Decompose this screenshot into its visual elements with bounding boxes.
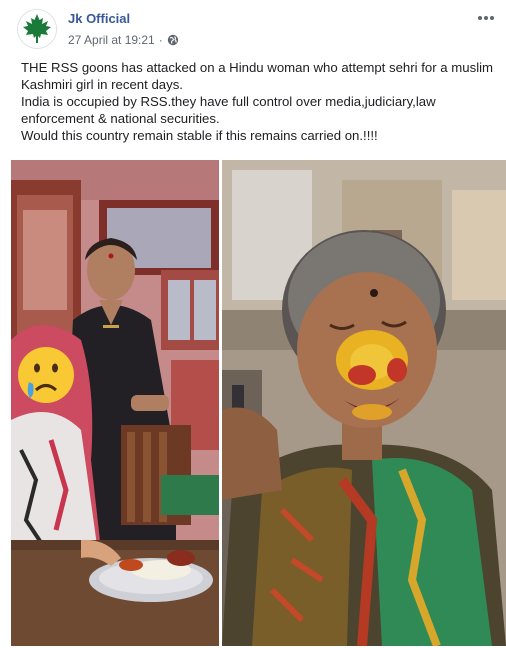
meta-separator: · bbox=[158, 33, 163, 47]
photo-left[interactable] bbox=[11, 160, 219, 646]
post-text-line: Would this country remain stable if this… bbox=[21, 128, 378, 143]
globe-icon[interactable] bbox=[167, 34, 179, 46]
facebook-post: Jk Official 27 April at 19:21 · THE RSS … bbox=[0, 0, 506, 648]
photo-right[interactable] bbox=[222, 160, 506, 646]
post-text-line: India is occupied by RSS.they have full … bbox=[21, 94, 436, 126]
post-text-line: THE RSS goons has attacked on a Hindu wo… bbox=[21, 60, 494, 92]
more-horizontal-icon bbox=[478, 16, 494, 20]
post-meta: 27 April at 19:21 · bbox=[68, 33, 179, 47]
page-avatar[interactable] bbox=[17, 9, 57, 49]
post-header: Jk Official 27 April at 19:21 · bbox=[0, 0, 506, 56]
photo-grid bbox=[11, 160, 506, 648]
maple-leaf-icon bbox=[18, 10, 56, 48]
post-message: THE RSS goons has attacked on a Hindu wo… bbox=[21, 59, 497, 144]
sad-face-emoji-icon bbox=[18, 347, 74, 403]
author-name[interactable]: Jk Official bbox=[68, 11, 130, 26]
more-options-button[interactable] bbox=[474, 8, 498, 28]
post-timestamp[interactable]: 27 April at 19:21 bbox=[68, 33, 155, 47]
